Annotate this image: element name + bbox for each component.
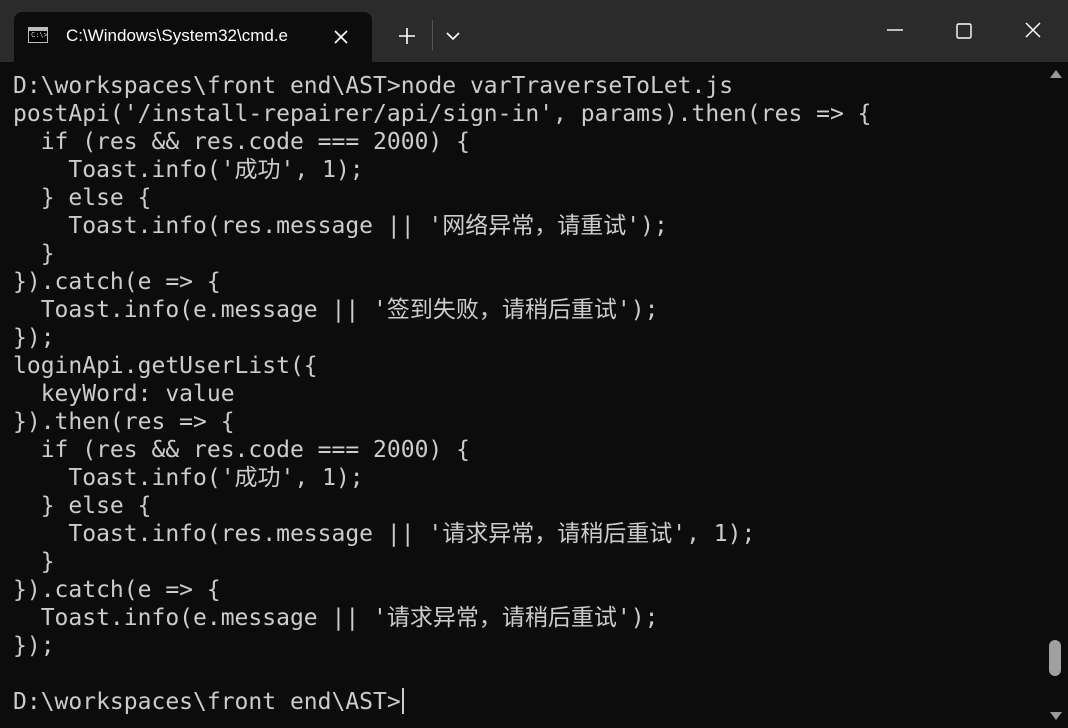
- terminal-output[interactable]: D:\workspaces\front end\AST>node varTrav…: [0, 62, 1046, 728]
- console-icon-glyph: C:\>: [31, 31, 48, 39]
- close-icon: [1025, 22, 1041, 38]
- terminal-window: C:\> C:\Windows\System32\cmd.e D:\worksp…: [0, 0, 1068, 728]
- terminal-line: });: [13, 633, 55, 659]
- text-cursor: [402, 688, 404, 714]
- tab-dropdown-button[interactable]: [436, 14, 470, 58]
- scrollbar-thumb[interactable]: [1049, 640, 1061, 676]
- scroll-down-arrow-icon[interactable]: [1050, 712, 1062, 720]
- terminal-line: if (res && res.code === 2000) {: [13, 437, 470, 463]
- console-icon: C:\>: [28, 27, 48, 43]
- minimize-icon: [887, 29, 903, 31]
- tab-title: C:\Windows\System32\cmd.e: [66, 26, 289, 45]
- plus-icon: [399, 28, 415, 44]
- chevron-down-icon: [446, 32, 460, 41]
- terminal-line: }: [13, 241, 55, 267]
- terminal-line: Toast.info(res.message || '网络异常，请重试');: [13, 213, 668, 239]
- terminal-line: } else {: [13, 493, 152, 519]
- title-bar: C:\> C:\Windows\System32\cmd.e: [0, 0, 1068, 62]
- terminal-line: }).catch(e => {: [13, 577, 221, 603]
- terminal-line: Toast.info('成功', 1);: [13, 465, 364, 491]
- tab-cmd[interactable]: C:\> C:\Windows\System32\cmd.e: [14, 12, 372, 62]
- terminal-line: }: [13, 549, 55, 575]
- terminal-line: });: [13, 325, 55, 351]
- terminal-line: Toast.info(e.message || '签到失败，请稍后重试');: [13, 297, 659, 323]
- scroll-up-arrow-icon[interactable]: [1050, 70, 1062, 78]
- terminal-line: } else {: [13, 185, 152, 211]
- terminal-prompt-line: D:\workspaces\front end\AST>: [13, 689, 401, 715]
- new-tab-button[interactable]: [386, 14, 428, 58]
- terminal-line: loginApi.getUserList({: [13, 353, 318, 379]
- terminal-line: }).catch(e => {: [13, 269, 221, 295]
- vertical-scrollbar[interactable]: [1046, 62, 1068, 728]
- tab-divider: [432, 20, 433, 50]
- maximize-button[interactable]: [941, 8, 987, 52]
- terminal-line: Toast.info('成功', 1);: [13, 157, 364, 183]
- terminal-line: postApi('/install-repairer/api/sign-in',…: [13, 101, 872, 127]
- terminal-line: keyWord: value: [13, 381, 235, 407]
- terminal-line: }).then(res => {: [13, 409, 235, 435]
- terminal-line: if (res && res.code === 2000) {: [13, 129, 470, 155]
- close-icon[interactable]: [328, 24, 354, 50]
- maximize-icon: [956, 23, 972, 39]
- terminal-line: D:\workspaces\front end\AST>node varTrav…: [13, 73, 734, 99]
- minimize-button[interactable]: [872, 8, 918, 52]
- terminal-line: Toast.info(res.message || '请求异常，请稍后重试', …: [13, 521, 756, 547]
- close-window-button[interactable]: [1010, 8, 1056, 52]
- terminal-line: Toast.info(e.message || '请求异常，请稍后重试');: [13, 605, 659, 631]
